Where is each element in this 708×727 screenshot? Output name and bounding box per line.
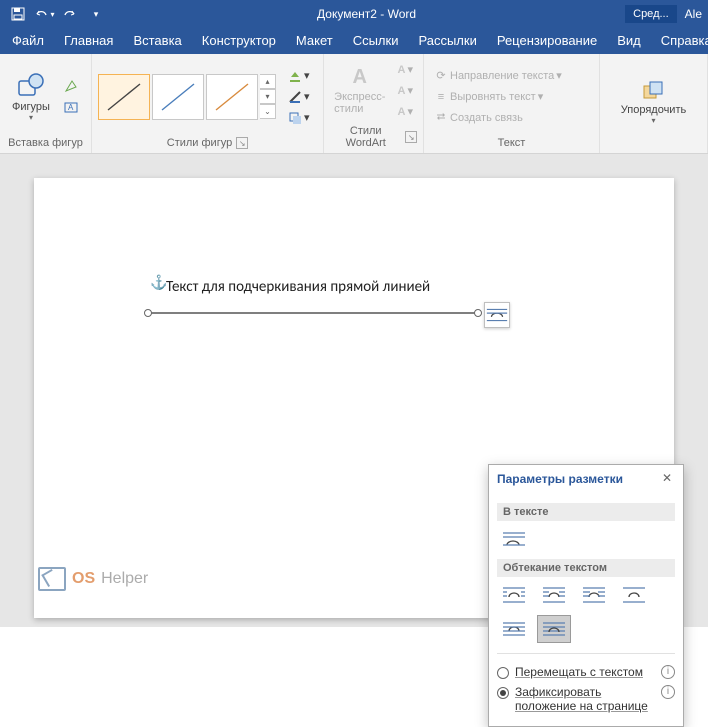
user-name[interactable]: Ale [685, 7, 702, 21]
group-label-wordart: Стили WordArt [330, 125, 401, 149]
wrap-front[interactable] [537, 615, 571, 643]
chevron-down-icon: ▾ [651, 116, 655, 125]
layout-options-button[interactable] [484, 302, 510, 328]
body-text[interactable]: Текст для подчеркивания прямой линией [166, 278, 614, 296]
group-label-shape-styles: Стили фигур [167, 137, 232, 149]
line-shape[interactable] [148, 312, 478, 314]
tab-home[interactable]: Главная [54, 29, 123, 54]
close-button[interactable]: ✕ [659, 471, 675, 487]
text-effects-button: A▾ [394, 102, 417, 122]
group-insert-shapes: Фигуры ▾ A Вставка фигур [0, 54, 92, 153]
style-swatch-1[interactable] [98, 74, 150, 120]
arrange-icon [642, 80, 666, 102]
tab-layout[interactable]: Макет [286, 29, 343, 54]
style-swatch-3[interactable] [206, 74, 258, 120]
text-direction-button: ⟳Направление текста ▾ [430, 66, 593, 86]
redo-button[interactable] [58, 3, 82, 25]
undo-button[interactable]: ▾ [32, 3, 56, 25]
shapes-icon [16, 71, 46, 99]
radio-fix-position[interactable]: Зафиксировать положение на странице i [497, 682, 675, 716]
shape-style-gallery[interactable]: ▴▾⌄ [98, 74, 276, 120]
shape-effects-button[interactable]: ▾ [284, 108, 314, 128]
text-fill-button: A▾ [394, 60, 417, 80]
tab-review[interactable]: Рецензирование [487, 29, 607, 54]
shape-outline-button[interactable]: ▾ [284, 87, 314, 107]
window-title: Документ2 - Word [108, 7, 625, 21]
ribbon-tabs: Файл Главная Вставка Конструктор Макет С… [0, 28, 708, 54]
wrap-tight[interactable] [537, 581, 571, 609]
ribbon: Фигуры ▾ A Вставка фигур ▴▾⌄ ▾ ▾ ▾ Ст [0, 54, 708, 154]
create-link-button: ⮂Создать связь [430, 108, 593, 128]
wordart-styles-button: A Экспресс-стили [330, 64, 390, 117]
group-shape-styles: ▴▾⌄ ▾ ▾ ▾ Стили фигур ↘ [92, 54, 324, 153]
shapes-button[interactable]: Фигуры ▾ [6, 69, 56, 124]
shapes-label: Фигуры [12, 101, 50, 113]
watermark-text-1: OS [72, 570, 95, 588]
wordart-launcher[interactable]: ↘ [405, 131, 417, 143]
shape-fill-button[interactable]: ▾ [284, 66, 314, 86]
title-bar: ▾ ▾ Документ2 - Word Сред... Ale [0, 0, 708, 28]
arrange-button[interactable]: Упорядочить ▾ [615, 78, 692, 127]
tab-design[interactable]: Конструктор [192, 29, 286, 54]
edit-shape-button[interactable] [60, 76, 82, 96]
wrap-square[interactable] [497, 581, 531, 609]
tab-help[interactable]: Справка [651, 29, 708, 54]
document-area[interactable]: ⚓ Текст для подчеркивания прямой линией … [0, 154, 708, 627]
watermark-text-2: Helper [101, 570, 148, 588]
tab-insert[interactable]: Вставка [123, 29, 191, 54]
wordart-stack: A▾ A▾ A▾ [394, 60, 417, 122]
save-button[interactable] [6, 3, 30, 25]
title-right: Сред... Ale [625, 5, 702, 23]
resize-handle-left[interactable] [144, 309, 152, 317]
anchor-icon: ⚓ [150, 274, 167, 291]
popup-title: Параметры разметки [497, 472, 659, 486]
group-wordart: A Экспресс-стили A▾ A▾ A▾ Стили WordArt ↘ [324, 54, 424, 153]
group-label-text: Текст [430, 135, 593, 151]
inline-section-label: В тексте [497, 503, 675, 521]
gallery-scroll[interactable]: ▴▾⌄ [260, 74, 276, 119]
watermark: OS Helper [38, 567, 148, 591]
wrap-through[interactable] [577, 581, 611, 609]
tab-file[interactable]: Файл [2, 29, 54, 54]
wordart-label: Экспресс-стили [334, 91, 385, 115]
info-icon[interactable]: i [661, 685, 675, 699]
wordart-icon: A [353, 66, 367, 89]
arrange-label: Упорядочить [621, 104, 686, 116]
tab-mailings[interactable]: Рассылки [408, 29, 486, 54]
resize-handle-right[interactable] [474, 309, 482, 317]
wrap-section-label: Обтекание текстом [497, 559, 675, 577]
wrap-behind[interactable] [497, 615, 531, 643]
group-label-insert-shapes: Вставка фигур [6, 135, 85, 151]
group-text: ⟳Направление текста ▾ ≡Выровнять текст ▾… [424, 54, 600, 153]
radio-icon [497, 687, 509, 699]
align-text-button: ≡Выровнять текст ▾ [430, 87, 593, 107]
wrap-inline[interactable] [497, 525, 531, 553]
quick-access-toolbar: ▾ ▾ [6, 3, 108, 25]
info-icon[interactable]: i [661, 665, 675, 679]
shape-quick-stack: A [60, 76, 82, 117]
watermark-icon [38, 567, 66, 591]
text-outline-button: A▾ [394, 81, 417, 101]
layout-options-popup: Параметры разметки ✕ В тексте Обтекание … [488, 464, 684, 727]
layout-options-icon [485, 305, 509, 325]
svg-text:A: A [68, 103, 74, 112]
radio-move-with-text[interactable]: Перемещать с текстом i [497, 662, 675, 682]
tab-references[interactable]: Ссылки [343, 29, 409, 54]
tab-view[interactable]: Вид [607, 29, 651, 54]
qat-customize[interactable]: ▾ [84, 3, 108, 25]
group-arrange: Упорядочить ▾ [600, 54, 708, 153]
chevron-down-icon: ▾ [29, 113, 33, 122]
style-swatch-2[interactable] [152, 74, 204, 120]
shape-styles-launcher[interactable]: ↘ [236, 137, 248, 149]
radio-icon [497, 667, 509, 679]
shape-format-stack: ▾ ▾ ▾ [284, 66, 314, 128]
contextual-tools-label: Сред... [625, 5, 677, 23]
wrap-topbottom[interactable] [617, 581, 651, 609]
text-box-button[interactable]: A [60, 97, 82, 117]
